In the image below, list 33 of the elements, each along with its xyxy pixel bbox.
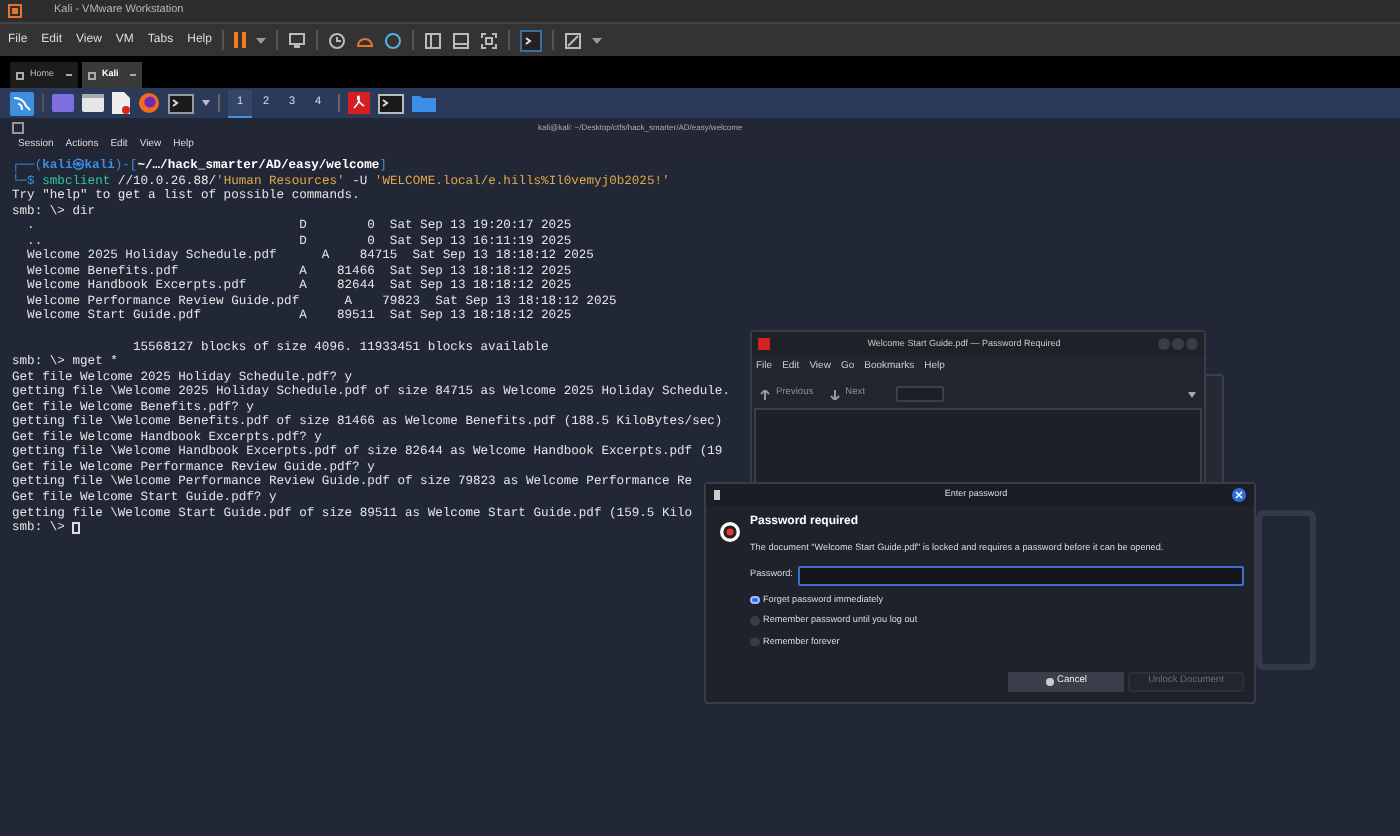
terminal-icon[interactable] xyxy=(378,93,404,113)
close-icon[interactable] xyxy=(1232,488,1246,502)
down-arrow-icon xyxy=(829,389,840,399)
terminal-icon[interactable] xyxy=(168,93,194,113)
cursor xyxy=(72,521,81,534)
radio-button[interactable] xyxy=(750,637,759,647)
send-keys-icon[interactable] xyxy=(287,31,306,49)
terminal-icon xyxy=(12,121,24,133)
document-icon[interactable] xyxy=(112,92,130,114)
console-icon[interactable] xyxy=(519,29,542,51)
app-logo-icon xyxy=(8,4,22,18)
radio-button[interactable] xyxy=(750,595,759,605)
snapshot-icon[interactable] xyxy=(327,31,346,49)
caret-icon[interactable] xyxy=(1188,391,1196,397)
fullscreen-icon[interactable] xyxy=(479,31,498,49)
lock-icon xyxy=(720,522,740,542)
dragon-logo-icon[interactable] xyxy=(10,91,34,115)
caret-icon[interactable] xyxy=(202,100,210,106)
radio-button[interactable] xyxy=(750,616,759,626)
caret-icon[interactable] xyxy=(255,37,266,43)
stretch-icon[interactable] xyxy=(563,31,582,49)
up-arrow-icon xyxy=(760,389,770,399)
thumbnail-icon[interactable] xyxy=(451,31,470,49)
folder-icon[interactable] xyxy=(412,94,436,112)
password-field[interactable] xyxy=(798,565,1244,586)
manager-icon[interactable] xyxy=(383,31,402,49)
browser-icon[interactable] xyxy=(138,92,160,114)
page-field[interactable] xyxy=(895,386,944,402)
sidebar-icon[interactable] xyxy=(423,31,442,49)
caret-icon[interactable] xyxy=(591,37,602,43)
pause-icon[interactable] xyxy=(233,32,246,48)
pdf-icon xyxy=(758,338,770,350)
pdf-icon[interactable] xyxy=(348,92,370,114)
